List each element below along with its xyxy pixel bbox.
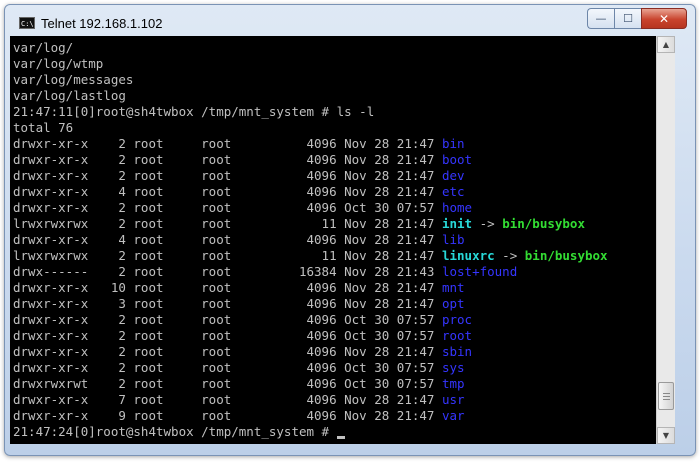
directory-name: var [441,408,465,423]
directory-name: etc [441,184,465,199]
window-controls: — ☐ ✕ [587,8,687,30]
terminal-console[interactable]: var/log/var/log/wtmp var/log/messages var/… [10,36,656,444]
terminal-line: lrwxrwxrwx 2 root root 11 Nov 28 21:47 i… [13,216,608,232]
directory-name: proc [441,312,473,327]
directory-name: lost+found [441,264,518,279]
directory-name: sys [441,360,465,375]
scroll-thumb[interactable] [658,381,674,410]
terminal-text: var/log/lastlog [13,88,126,103]
terminal-line: drwxr-xr-x 2 root root 4096 Nov 28 21:47… [13,344,608,360]
terminal-line: drwxr-xr-x 2 root root 4096 Oct 30 07:57… [13,360,608,376]
directory-name: root [441,328,473,343]
terminal-line: drwxr-xr-x 10 root root 4096 Nov 28 21:4… [13,280,608,296]
symlink-target: bin/busybox [502,216,585,231]
terminal-text: 21:47:24[0]root@sh4twbox /tmp/mnt_system… [13,424,337,439]
directory-name: sbin [441,344,473,359]
terminal-text: drwxr-xr-x 2 root root 4096 Nov 28 21:47 [13,168,442,183]
terminal-text: drwxr-xr-x 2 root root 4096 Oct 30 07:57 [13,312,442,327]
scroll-up-button[interactable]: ▲ [657,36,675,53]
title-bar[interactable]: C:\ Telnet 192.168.1.102 — ☐ ✕ [5,5,695,37]
terminal-line: drwxrwxrwt 2 root root 4096 Oct 30 07:57… [13,376,608,392]
terminal-line: 21:47:11[0]root@sh4twbox /tmp/mnt_system… [13,104,608,120]
terminal-text: drwxr-xr-x 2 root root 4096 Oct 30 07:57 [13,328,442,343]
terminal-text: -> [472,216,503,231]
terminal-text: drwxr-xr-x 3 root root 4096 Nov 28 21:47 [13,296,442,311]
minimize-button[interactable]: — [587,8,614,29]
terminal-text: drwxr-xr-x 2 root root 4096 Oct 30 07:57 [13,200,442,215]
arrow-down-icon: ▼ [662,431,670,440]
directory-name: opt [441,296,465,311]
terminal-text: drwxr-xr-x 4 root root 4096 Nov 28 21:47 [13,184,442,199]
terminal-text: drwxr-xr-x 2 root root 4096 Nov 28 21:47 [13,344,442,359]
terminal-text: lrwxrwxrwx 2 root root 11 Nov 28 21:47 [13,248,442,263]
maximize-button[interactable]: ☐ [614,8,641,29]
scroll-down-button[interactable]: ▼ [657,427,675,444]
terminal-line: var/log/messages [13,72,608,88]
terminal-line: total 76 [13,120,608,136]
terminal-line: drwxr-xr-x 2 root root 4096 Oct 30 07:57… [13,328,608,344]
terminal-line: drwxr-xr-x 2 root root 4096 Nov 28 21:47… [13,168,608,184]
text-cursor [336,436,345,439]
terminal-text: drwx------ 2 root root 16384 Nov 28 21:4… [13,264,442,279]
terminal-line: drwxr-xr-x 2 root root 4096 Nov 28 21:47… [13,136,608,152]
directory-name: tmp [441,376,465,391]
directory-name: dev [441,168,465,183]
terminal-line: drwxr-xr-x 3 root root 4096 Nov 28 21:47… [13,296,608,312]
window-title: Telnet 192.168.1.102 [41,16,163,31]
terminal-line: var/log/lastlog [13,88,608,104]
terminal-line: drwx------ 2 root root 16384 Nov 28 21:4… [13,264,608,280]
terminal-text: total 76 [13,120,74,135]
maximize-icon: ☐ [623,12,633,25]
symlink-name: init [441,216,473,231]
terminal-text: var/log/ [13,40,74,55]
terminal-text: drwxr-xr-x 4 root root 4096 Nov 28 21:47 [13,232,442,247]
directory-name: mnt [441,280,465,295]
terminal-text: var/log/messages [13,72,134,87]
grip-line [663,395,670,397]
directory-name: bin [441,136,465,151]
terminal-line: var/log/wtmp [13,56,608,72]
terminal-text: drwxr-xr-x 2 root root 4096 Nov 28 21:47 [13,152,442,167]
close-icon: ✕ [658,11,670,26]
terminal-text: drwxr-xr-x 10 root root 4096 Nov 28 21:4… [13,280,442,295]
terminal-line: drwxr-xr-x 9 root root 4096 Nov 28 21:47… [13,408,608,424]
terminal-line: drwxr-xr-x 2 root root 4096 Oct 30 07:57… [13,312,608,328]
directory-name: boot [441,152,473,167]
terminal-text: -> [494,248,525,263]
symlink-name: linuxrc [441,248,495,263]
terminal-output: var/log/var/log/wtmp var/log/messages var/… [13,40,608,440]
terminal-text: lrwxrwxrwx 2 root root 11 Nov 28 21:47 [13,216,442,231]
vertical-scrollbar[interactable]: ▲ ▼ [656,36,675,444]
terminal-line: drwxr-xr-x 2 root root 4096 Oct 30 07:57… [13,200,608,216]
directory-name: usr [441,392,465,407]
terminal-line: 21:47:24[0]root@sh4twbox /tmp/mnt_system… [13,424,608,440]
terminal-line: lrwxrwxrwx 2 root root 11 Nov 28 21:47 l… [13,248,608,264]
terminal-text: drwxr-xr-x 9 root root 4096 Nov 28 21:47 [13,408,442,423]
arrow-up-icon: ▲ [662,40,670,49]
directory-name: lib [441,232,465,247]
directory-name: home [441,200,473,215]
terminal-line: drwxr-xr-x 2 root root 4096 Nov 28 21:47… [13,152,608,168]
grip-line [663,392,670,394]
minimize-icon: — [595,12,607,25]
terminal-line: var/log/ [13,40,608,56]
terminal-text: drwxr-xr-x 2 root root 4096 Nov 28 21:47 [13,136,442,151]
terminal-line: drwxr-xr-x 4 root root 4096 Nov 28 21:47… [13,232,608,248]
terminal-text: drwxrwxrwt 2 root root 4096 Oct 30 07:57 [13,376,442,391]
terminal-line: drwxr-xr-x 4 root root 4096 Nov 28 21:47… [13,184,608,200]
terminal-text: var/log/wtmp [13,56,104,71]
terminal-text: 21:47:11[0]root@sh4twbox /tmp/mnt_system… [13,104,375,119]
terminal-line: drwxr-xr-x 7 root root 4096 Nov 28 21:47… [13,392,608,408]
console-app-icon: C:\ [19,17,35,29]
terminal-text: drwxr-xr-x 2 root root 4096 Oct 30 07:57 [13,360,442,375]
close-button[interactable]: ✕ [641,8,687,29]
terminal-text: drwxr-xr-x 7 root root 4096 Nov 28 21:47 [13,392,442,407]
symlink-target: bin/busybox [524,248,608,263]
grip-line [663,398,670,400]
